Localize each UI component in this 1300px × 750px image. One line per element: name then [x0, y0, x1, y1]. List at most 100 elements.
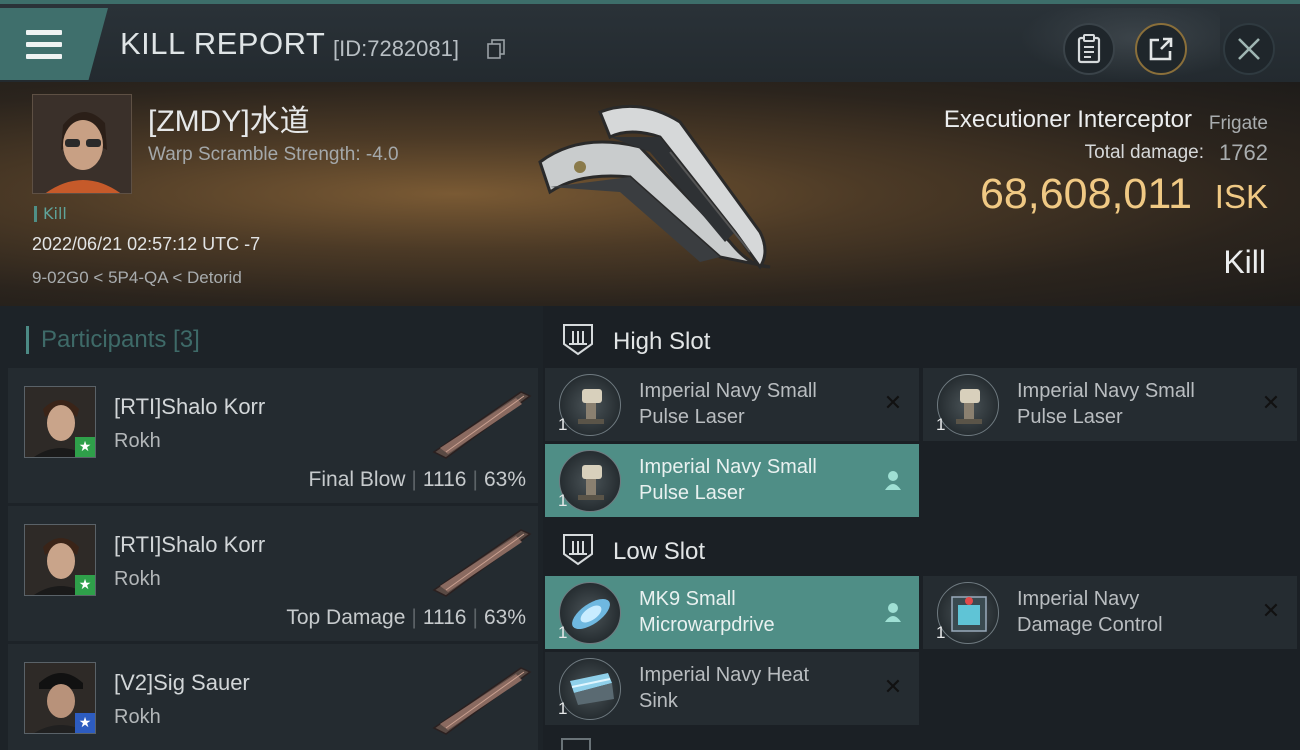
header-decoration [1010, 8, 1220, 84]
module-item[interactable]: 1 Imperial Navy Damage Control ✕ [923, 576, 1297, 649]
module-name-line: Damage Control [1017, 614, 1163, 636]
stat-separator: | [472, 468, 478, 491]
participant-stats: Top Damage | 1116 | 63% [286, 606, 526, 630]
isk-unit: ISK [1214, 178, 1268, 215]
menu-icon-bar [26, 54, 62, 59]
stat-separator: | [411, 606, 417, 629]
report-id: [ID:7282081] [333, 36, 459, 61]
module-name: MK9 Small Microwarpdrive [639, 586, 859, 638]
kill-tag: Kill [34, 206, 67, 222]
participants-panel[interactable]: Participants [3] ★ [RTI]Shalo Korr Rokh … [0, 306, 543, 750]
victim-ship-image[interactable] [520, 92, 790, 302]
menu-button[interactable] [0, 8, 108, 80]
pilot-icon [881, 600, 905, 624]
module-quantity: 1 [936, 415, 946, 434]
destroyed-x-icon: ✕ [883, 391, 903, 416]
stat-separator: | [411, 468, 417, 491]
participant-name[interactable]: [RTI]Shalo Korr [114, 394, 265, 420]
module-name-line: Imperial Navy Heat [639, 664, 810, 686]
module-name-line: Sink [639, 690, 678, 712]
stat-separator: | [472, 606, 478, 629]
participant-role: Top Damage [286, 606, 406, 629]
module-name-line: Imperial Navy Small [1017, 380, 1195, 402]
star-icon: ★ [75, 575, 95, 595]
participant-portrait[interactable]: ★ [24, 662, 96, 734]
destroyed-x-icon: ✕ [1261, 391, 1281, 416]
star-icon: ★ [75, 713, 95, 733]
participant-name[interactable]: [V2]Sig Sauer [114, 670, 250, 696]
participant-portrait[interactable]: ★ [24, 524, 96, 596]
participant-ship-image [432, 529, 532, 597]
high-slot-header: High Slot [543, 308, 1300, 368]
module-quantity: 1 [558, 623, 568, 642]
module-quantity: 1 [936, 623, 946, 642]
participant-card[interactable]: ★ [RTI]Shalo Korr Rokh Final Blow | 1116 | 6… [8, 368, 538, 503]
module-quantity: 1 [558, 415, 568, 434]
participant-card[interactable]: ★ [RTI]Shalo Korr Rokh Top Damage | 1116 | 6… [8, 506, 538, 641]
module-quantity: 1 [558, 491, 568, 510]
isk-value: 68,608,011 [979, 170, 1192, 218]
module-name-line: Imperial Navy Small [639, 380, 817, 402]
module-name: Imperial Navy Heat Sink [639, 662, 859, 714]
kill-location: 9-02G0 < 5P4-QA < Detorid [32, 268, 242, 287]
module-item[interactable]: 1 MK9 Small Microwarpdrive [545, 576, 919, 649]
participant-portrait[interactable]: ★ [24, 386, 96, 458]
module-name: Imperial Navy Small Pulse Laser [1017, 378, 1237, 430]
pulse-laser-icon [937, 374, 999, 436]
victim-ship-class: Frigate [1208, 113, 1268, 134]
participant-ship-image [432, 667, 532, 735]
pulse-laser-icon [559, 374, 621, 436]
participant-percent: 63% [483, 606, 526, 629]
mid-slot-icon [561, 738, 591, 750]
share-icon [1149, 37, 1173, 61]
participant-ship: Rokh [114, 430, 161, 452]
microwarpdrive-icon [559, 582, 621, 644]
participant-stats: Final Blow | 1116 | 63% [309, 468, 526, 492]
module-item[interactable]: 1 Imperial Navy Small Pulse Laser [545, 444, 919, 517]
module-name-line: Pulse Laser [639, 482, 745, 504]
module-name-line: Imperial Navy [1017, 588, 1140, 610]
participant-name[interactable]: [RTI]Shalo Korr [114, 532, 265, 558]
high-slot-icon [563, 324, 593, 356]
destroyed-x-icon: ✕ [1261, 599, 1281, 624]
participant-ship: Rokh [114, 568, 161, 590]
victim-portrait[interactable] [32, 94, 132, 194]
low-slot-title: Low Slot [613, 538, 706, 565]
module-item[interactable]: 1 Imperial Navy Small Pulse Laser ✕ [923, 368, 1297, 441]
participant-ship-image [432, 391, 532, 459]
clipboard-icon [1077, 34, 1101, 64]
close-button[interactable] [1223, 23, 1275, 75]
share-button[interactable] [1135, 23, 1187, 75]
kill-datetime: 2022/06/21 02:57:12 UTC -7 [32, 234, 261, 254]
menu-icon [26, 30, 62, 35]
heat-sink-icon [559, 658, 621, 720]
clipboard-button[interactable] [1063, 23, 1115, 75]
module-name-line: Pulse Laser [1017, 406, 1123, 428]
total-damage-value: 1762 [1219, 140, 1268, 165]
victim-banner: [ZMDY]水道 Warp Scramble Strength: -4.0 Ki… [0, 82, 1300, 306]
low-slot-icon [563, 534, 593, 566]
module-quantity: 1 [558, 699, 568, 718]
total-damage-label: Total damage: [1084, 142, 1204, 163]
participant-card[interactable]: ★ [V2]Sig Sauer Rokh [8, 644, 538, 750]
participant-percent: 63% [483, 468, 526, 491]
pilot-icon [881, 468, 905, 492]
close-icon [1238, 38, 1260, 60]
module-item[interactable]: 1 Imperial Navy Small Pulse Laser ✕ [545, 368, 919, 441]
copy-icon[interactable] [487, 39, 505, 59]
module-name: Imperial Navy Small Pulse Laser [639, 378, 859, 430]
participant-ship: Rokh [114, 706, 161, 728]
victim-ship-name[interactable]: Executioner Interceptor [944, 106, 1192, 134]
participant-damage: 1116 [422, 606, 467, 629]
module-item[interactable]: 1 Imperial Navy Heat Sink ✕ [545, 652, 919, 725]
title-bar: KILL REPORT [ID:7282081] [0, 0, 1300, 84]
high-slot-title: High Slot [613, 328, 711, 355]
destroyed-x-icon: ✕ [883, 675, 903, 700]
module-name-line: Microwarpdrive [639, 614, 775, 636]
kill-result-label: Kill [1223, 244, 1266, 280]
victim-name[interactable]: [ZMDY]水道 [148, 96, 310, 140]
pulse-laser-icon [559, 450, 621, 512]
damage-control-icon [937, 582, 999, 644]
low-slot-header: Low Slot [543, 518, 1300, 578]
fitting-panel[interactable]: High Slot 1 Imperial Navy Small Pulse Las… [543, 306, 1300, 750]
